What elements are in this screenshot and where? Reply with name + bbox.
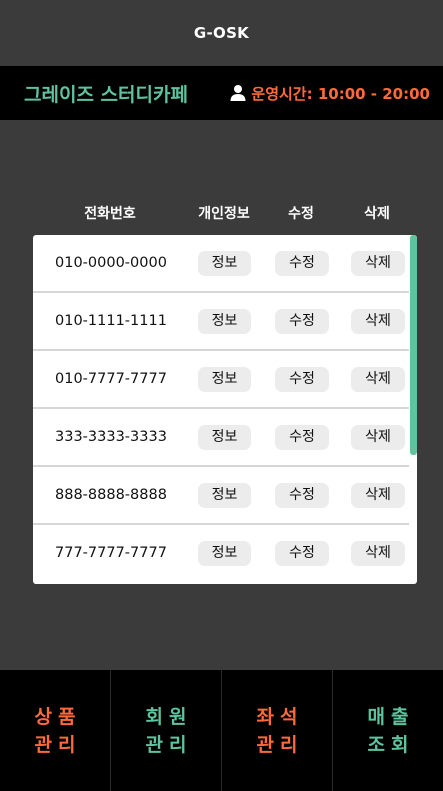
app-title: G-OSK xyxy=(193,24,250,42)
info-button[interactable]: 정보 xyxy=(198,367,251,392)
store-name: 그레이즈 스터디카페 xyxy=(24,83,188,106)
edit-button[interactable]: 수정 xyxy=(275,541,329,566)
column-header-delete: 삭제 xyxy=(364,206,390,222)
scrollbar-thumb[interactable] xyxy=(410,235,417,455)
delete-button[interactable]: 삭제 xyxy=(351,483,405,508)
phone-number: 010-0000-0000 xyxy=(55,255,167,271)
nav-member-management[interactable]: 회원 관리 xyxy=(111,670,222,791)
nav-label-line1: 회원 xyxy=(145,705,193,728)
nav-label-line1: 상품 xyxy=(34,705,82,728)
table-column-headers: 전화번호 개인정보 수정 삭제 xyxy=(33,203,417,227)
edit-button[interactable]: 수정 xyxy=(275,483,329,508)
nav-label-line2: 관리 xyxy=(145,733,193,756)
phone-number: 010-1111-1111 xyxy=(55,313,167,329)
operating-hours-text: 운영시간: 10:00 - 20:00 xyxy=(251,84,430,103)
column-header-personal-info: 개인정보 xyxy=(198,206,250,222)
table-scrollbar[interactable] xyxy=(409,235,417,584)
edit-button[interactable]: 수정 xyxy=(275,251,329,276)
delete-button[interactable]: 삭제 xyxy=(351,541,405,566)
table-row: 888-8888-8888 정보 수정 삭제 xyxy=(33,467,409,525)
column-header-edit: 수정 xyxy=(288,206,314,222)
delete-button[interactable]: 삭제 xyxy=(351,309,405,334)
edit-button[interactable]: 수정 xyxy=(275,425,329,450)
table-row: 010-1111-1111 정보 수정 삭제 xyxy=(33,293,409,351)
info-button[interactable]: 정보 xyxy=(198,483,251,508)
info-button[interactable]: 정보 xyxy=(198,541,251,566)
phone-number: 888-8888-8888 xyxy=(55,487,167,503)
nav-seat-management[interactable]: 좌석 관리 xyxy=(222,670,333,791)
nav-label-line2: 관리 xyxy=(256,733,304,756)
nav-label-line2: 조회 xyxy=(367,733,415,756)
delete-button[interactable]: 삭제 xyxy=(351,425,405,450)
edit-button[interactable]: 수정 xyxy=(275,367,329,392)
table-row: 777-7777-7777 정보 수정 삭제 xyxy=(33,525,409,583)
table-row: 010-7777-7777 정보 수정 삭제 xyxy=(33,351,409,409)
info-button[interactable]: 정보 xyxy=(198,425,251,450)
table-row: 010-0000-0000 정보 수정 삭제 xyxy=(33,235,409,293)
member-table: 010-0000-0000 정보 수정 삭제 010-1111-1111 정보 … xyxy=(33,235,417,584)
phone-number: 777-7777-7777 xyxy=(55,545,167,561)
nav-label-line1: 좌석 xyxy=(256,705,304,728)
nav-label-line1: 매출 xyxy=(367,705,415,728)
delete-button[interactable]: 삭제 xyxy=(351,367,405,392)
header-bar: 그레이즈 스터디카페 운영시간: 10:00 - 20:00 xyxy=(0,66,443,120)
user-icon xyxy=(229,84,247,102)
nav-product-management[interactable]: 상품 관리 xyxy=(0,670,111,791)
phone-number: 010-7777-7777 xyxy=(55,371,167,387)
nav-label-line2: 관리 xyxy=(34,733,82,756)
table-row: 333-3333-3333 정보 수정 삭제 xyxy=(33,409,409,467)
edit-button[interactable]: 수정 xyxy=(275,309,329,334)
info-button[interactable]: 정보 xyxy=(198,251,251,276)
operating-hours: 운영시간: 10:00 - 20:00 xyxy=(229,83,430,104)
info-button[interactable]: 정보 xyxy=(198,309,251,334)
nav-sales-inquiry[interactable]: 매출 조회 xyxy=(333,670,443,791)
column-header-phone: 전화번호 xyxy=(84,206,136,222)
delete-button[interactable]: 삭제 xyxy=(351,251,405,276)
bottom-nav: 상품 관리 회원 관리 좌석 관리 매출 조회 xyxy=(0,670,443,791)
phone-number: 333-3333-3333 xyxy=(55,429,167,445)
